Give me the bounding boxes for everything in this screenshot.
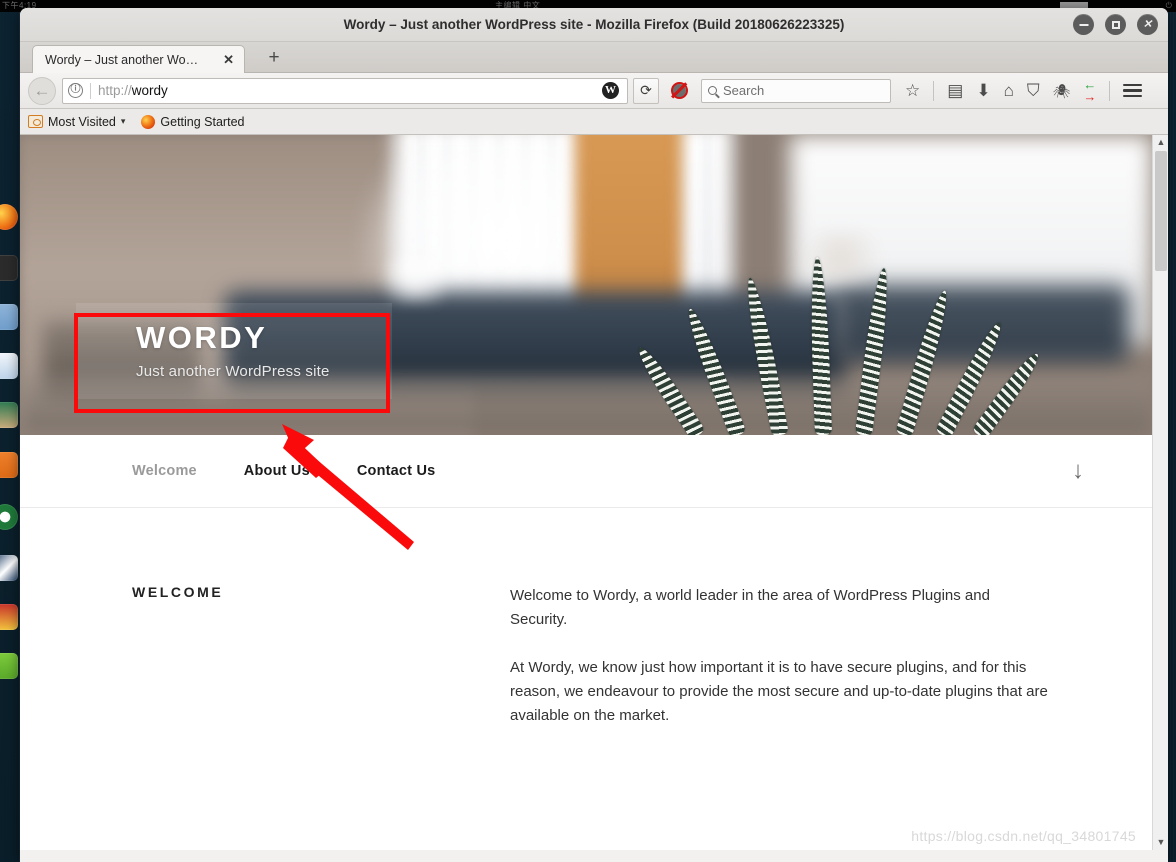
page-content: WELCOME Welcome to Wordy, a world leader… xyxy=(20,508,1152,751)
url-separator xyxy=(90,82,91,99)
content-left-column: WELCOME xyxy=(132,584,510,751)
site-title: WORDY xyxy=(136,319,268,355)
maximize-button[interactable] xyxy=(1105,14,1126,35)
launcher-icon-media[interactable] xyxy=(0,504,18,530)
launcher-icon-notes[interactable] xyxy=(0,653,18,679)
launcher-icon-gimp[interactable] xyxy=(0,402,18,428)
unity-launcher[interactable] xyxy=(0,12,20,862)
launcher-icon-terminal[interactable] xyxy=(0,255,18,281)
reload-button[interactable]: ⟳ xyxy=(633,77,659,104)
toolbar-divider xyxy=(933,80,935,101)
window-buttons: ✕ xyxy=(1073,14,1158,35)
launcher-icon-editor[interactable] xyxy=(0,555,18,581)
bookmark-most-visited[interactable]: Most Visited ▾ xyxy=(28,115,125,129)
hero-text-block: WORDY Just another WordPress site xyxy=(76,303,392,399)
plant-decoration xyxy=(632,245,1045,435)
section-heading: WELCOME xyxy=(132,584,224,600)
nav-item-about-us[interactable]: About Us xyxy=(244,463,310,479)
launcher-icon-software[interactable] xyxy=(0,452,18,478)
window-titlebar: Wordy – Just another WordPress site - Mo… xyxy=(20,8,1168,42)
site-tagline: Just another WordPress site xyxy=(136,363,330,381)
menu-icon[interactable] xyxy=(1123,83,1143,98)
hackbar-icon[interactable]: 🕷 xyxy=(1053,84,1071,98)
new-tab-button[interactable]: + xyxy=(263,48,285,70)
downloads-icon[interactable]: ⬇ xyxy=(976,82,990,99)
window-title: Wordy – Just another WordPress site - Mo… xyxy=(343,17,845,32)
url-input[interactable]: http://wordy xyxy=(98,83,602,98)
search-bar[interactable]: Search xyxy=(701,78,891,103)
most-visited-icon xyxy=(28,115,43,128)
bookmarks-toolbar: Most Visited ▾ Getting Started xyxy=(20,109,1168,135)
bookmark-getting-started[interactable]: Getting Started xyxy=(141,114,245,129)
bookmark-label: Most Visited xyxy=(48,114,116,129)
url-host: wordy xyxy=(131,83,168,98)
chevron-down-icon: ▾ xyxy=(120,116,126,126)
launcher-icon-firefox[interactable] xyxy=(0,204,18,230)
hero-banner: WORDY Just another WordPress site xyxy=(20,135,1152,435)
firefox-icon xyxy=(141,114,156,129)
site-navigation: Welcome About Us Contact Us ↓ xyxy=(20,435,1152,508)
page-viewport: WORDY Just another WordPress site Welcom… xyxy=(20,135,1168,850)
nav-item-welcome[interactable]: Welcome xyxy=(132,463,197,479)
back-button[interactable]: ← xyxy=(28,76,56,105)
web-page: WORDY Just another WordPress site Welcom… xyxy=(20,135,1152,850)
search-input[interactable]: Search xyxy=(723,83,764,98)
tab-strip: Wordy – Just another Wo… ✕ + xyxy=(20,42,1168,73)
minimize-button[interactable] xyxy=(1073,14,1094,35)
bookmark-star-icon[interactable]: ☆ xyxy=(905,82,920,99)
paragraph: Welcome to Wordy, a world leader in the … xyxy=(510,587,990,629)
url-scheme: http:// xyxy=(98,83,132,98)
scroll-up-icon[interactable]: ▲ xyxy=(1153,135,1168,150)
pocket-icon[interactable]: ⛉ xyxy=(1027,82,1040,99)
scroll-down-icon[interactable]: ↓ xyxy=(1072,459,1084,483)
launcher-icon-files[interactable] xyxy=(0,304,18,330)
content-right-column: Welcome to Wordy, a world leader in the … xyxy=(510,584,1050,751)
scroll-down-arrow-icon[interactable]: ▼ xyxy=(1153,835,1168,850)
noscript-icon[interactable] xyxy=(667,78,691,104)
paragraph: At Wordy, we know just how important it … xyxy=(510,658,1048,725)
tab-title: Wordy – Just another Wo… xyxy=(45,52,199,67)
launcher-icon-tool[interactable] xyxy=(0,604,18,630)
site-identity-icon[interactable]: ⓘ xyxy=(68,83,83,98)
address-bar[interactable]: ⓘ http://wordy W xyxy=(62,77,628,104)
watermark-text: https://blog.csdn.net/qq_34801745 xyxy=(911,828,1136,844)
foxyproxy-icon[interactable]: ← → xyxy=(1083,78,1096,102)
wordpress-icon[interactable]: W xyxy=(602,82,619,99)
tab-close-icon[interactable]: ✕ xyxy=(219,52,238,68)
firefox-window: Wordy – Just another WordPress site - Mo… xyxy=(20,8,1168,862)
navigation-toolbar: ← ⓘ http://wordy W ⟳ Search ☆ ▤ ⬇ ⌂ ⛉ 🕷 … xyxy=(20,73,1168,109)
screen: 下午4:19 主编辑 中文 ⏻ Wordy – Just another Wor… xyxy=(0,0,1176,862)
browser-tab[interactable]: Wordy – Just another Wo… ✕ xyxy=(32,45,245,73)
search-icon xyxy=(708,86,717,95)
nav-item-contact-us[interactable]: Contact Us xyxy=(357,463,436,479)
launcher-icon-dots[interactable] xyxy=(0,702,18,728)
launcher-icon-writer[interactable] xyxy=(0,353,18,379)
toolbar-icons: ☆ ▤ ⬇ ⌂ ⛉ 🕷 ← → xyxy=(905,78,1143,102)
scrollbar-thumb[interactable] xyxy=(1155,151,1167,271)
library-icon[interactable]: ▤ xyxy=(947,82,963,99)
close-button[interactable]: ✕ xyxy=(1137,14,1158,35)
page-scrollbar[interactable]: ▲ ▼ xyxy=(1152,135,1168,850)
bookmark-label: Getting Started xyxy=(160,114,245,129)
toolbar-divider-2 xyxy=(1109,80,1111,101)
home-icon[interactable]: ⌂ xyxy=(1004,82,1014,99)
